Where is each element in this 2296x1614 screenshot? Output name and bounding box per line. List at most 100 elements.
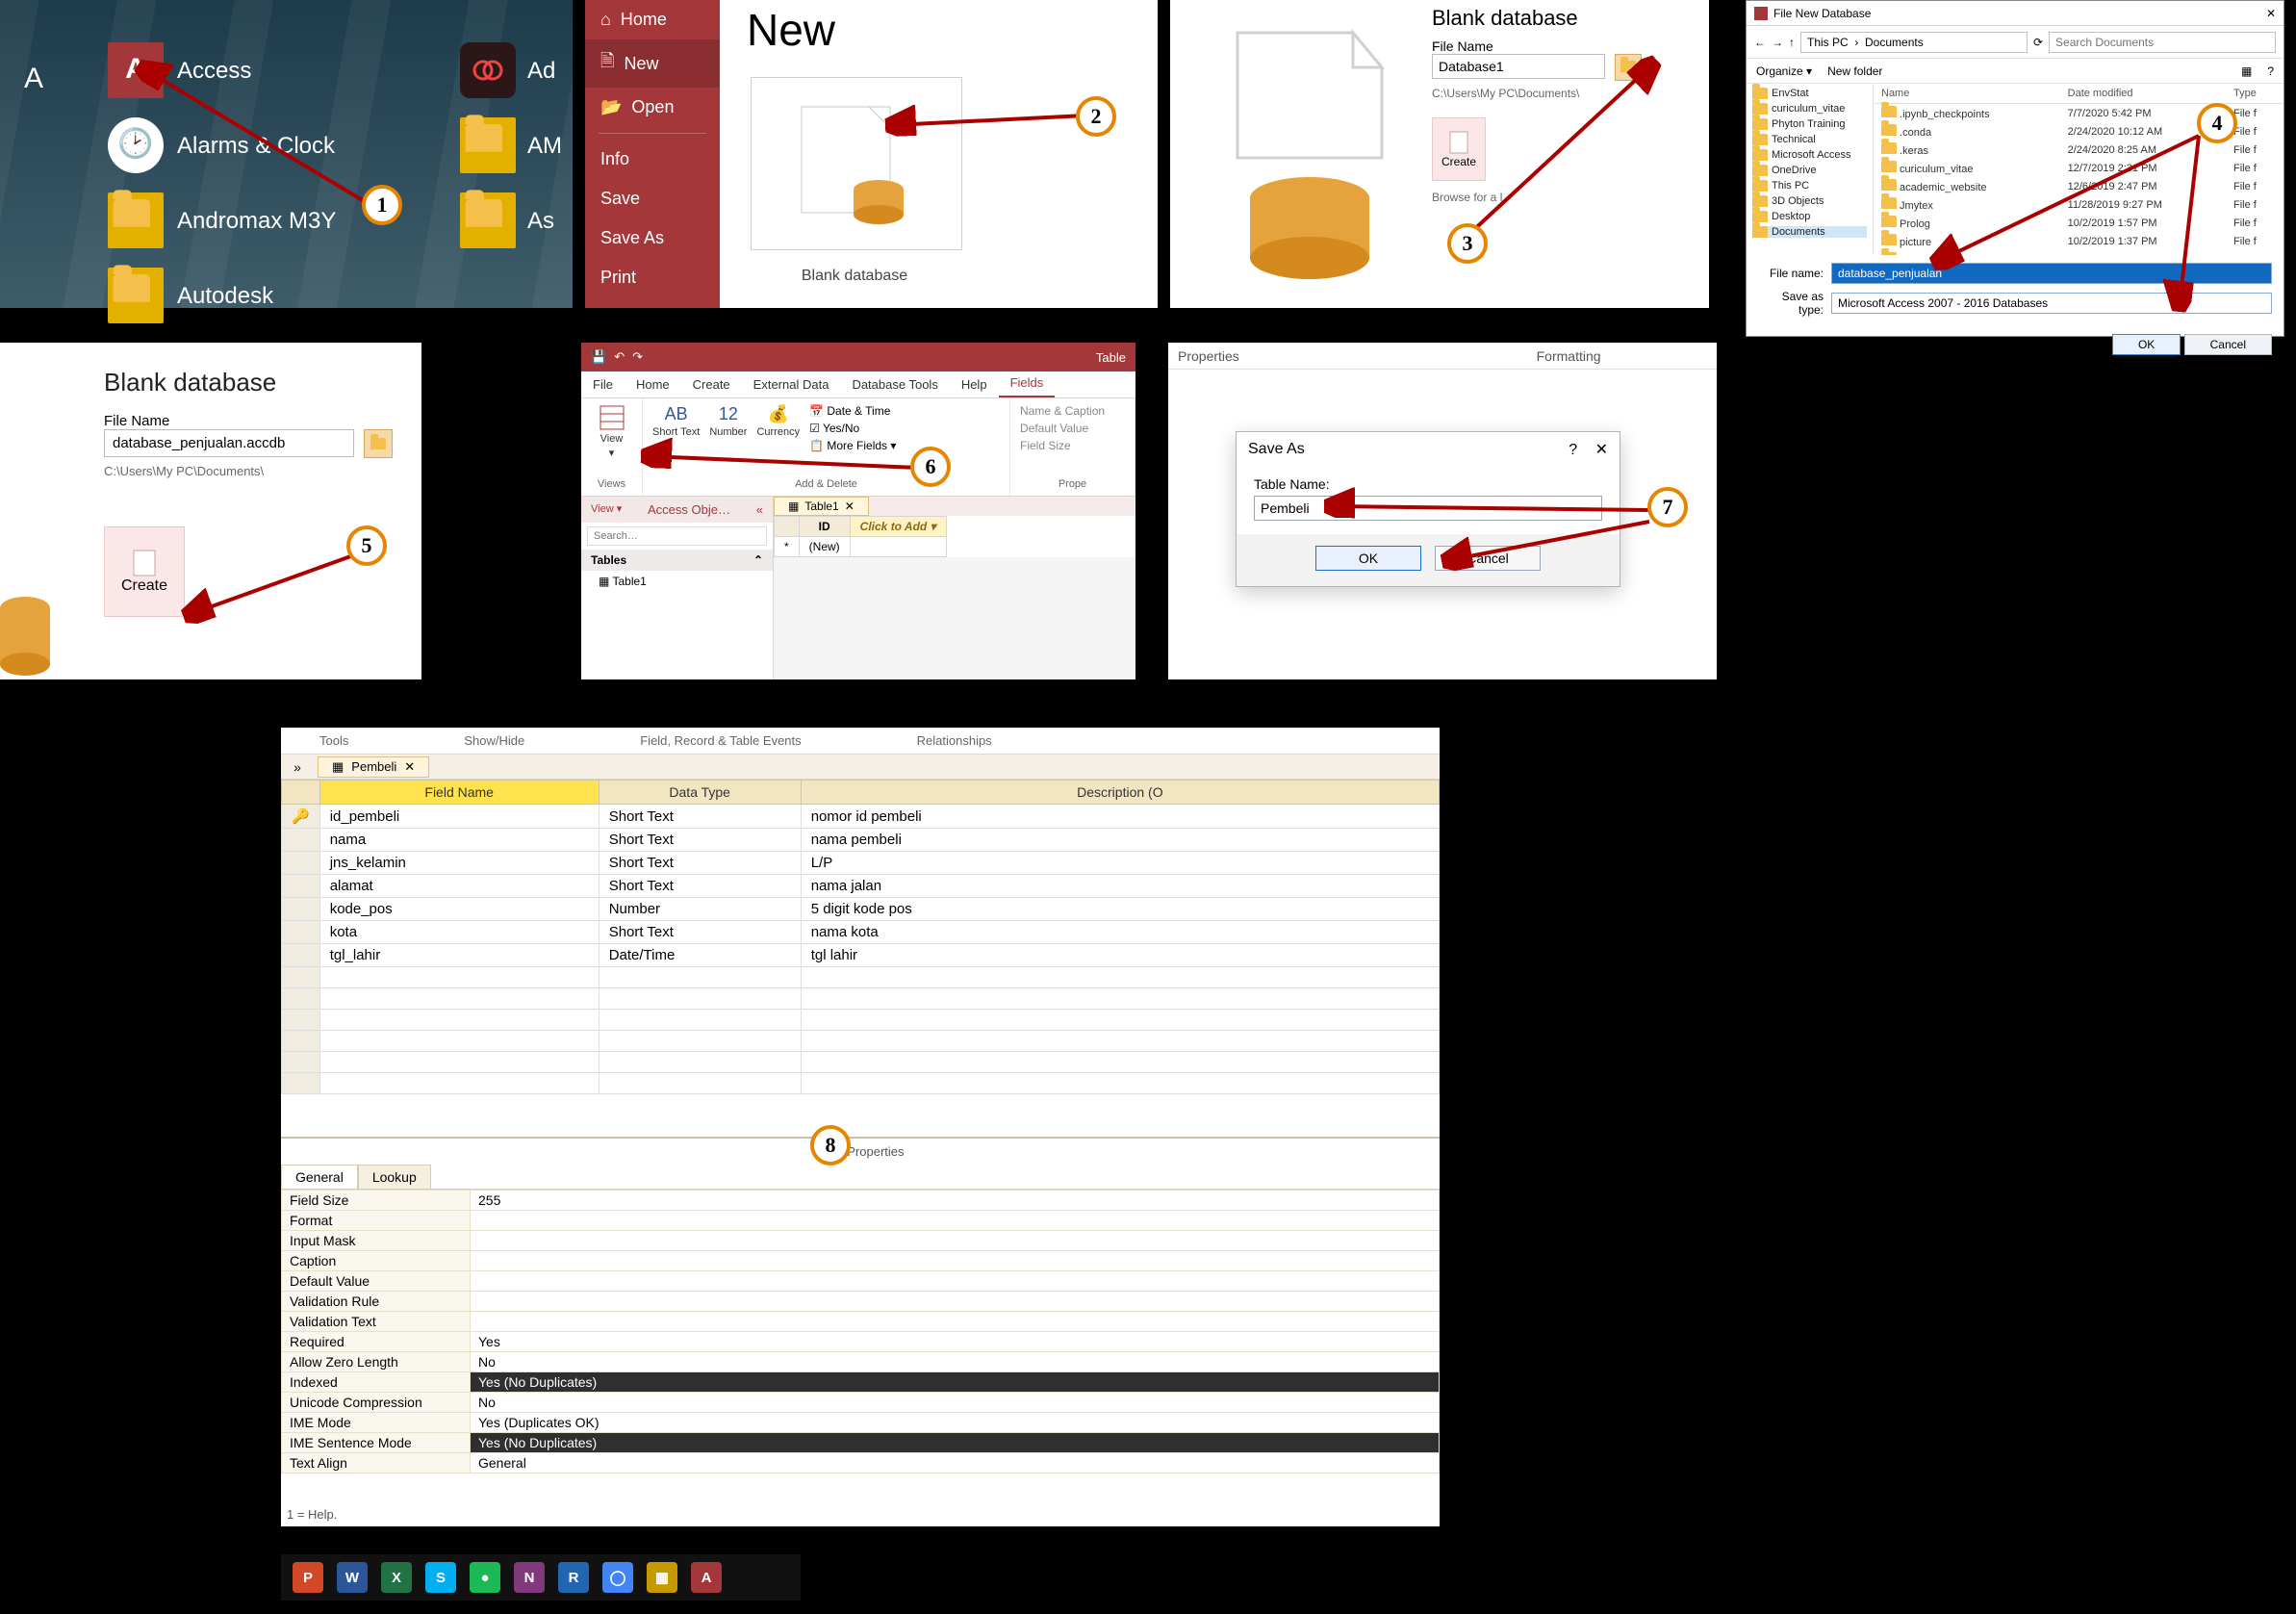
tree-node[interactable]: Desktop — [1752, 211, 1867, 222]
description-cell[interactable]: nomor id pembeli — [801, 805, 1439, 829]
ribbon-tab[interactable]: Database Tools — [840, 371, 949, 397]
tile-clock[interactable]: 🕑 — [108, 117, 164, 173]
col-description[interactable]: Description (O — [801, 781, 1439, 805]
property-value[interactable]: No — [471, 1393, 1440, 1413]
fieldname-cell[interactable]: tgl_lahir — [319, 944, 599, 967]
datatype-cell[interactable]: Short Text — [599, 875, 801, 898]
ok-button[interactable]: OK — [1315, 546, 1421, 571]
nav-fwd-icon[interactable]: → — [1772, 36, 1783, 49]
close-icon[interactable]: ✕ — [404, 759, 415, 775]
create-button[interactable]: Create — [104, 526, 185, 617]
property-value[interactable]: Yes (Duplicates OK) — [471, 1413, 1440, 1433]
tree-node[interactable]: Phyton Training — [1752, 118, 1867, 130]
refresh-icon[interactable]: ⟳ — [2033, 36, 2043, 49]
property-value[interactable] — [471, 1231, 1440, 1251]
nav-category-tables[interactable]: Tables ⌃ — [581, 550, 773, 571]
backstage-home[interactable]: ⌂Home — [585, 0, 720, 39]
backstage-info[interactable]: Info — [585, 140, 720, 179]
ok-button[interactable]: OK — [2112, 334, 2181, 355]
datatype-cell[interactable]: Short Text — [599, 921, 801, 944]
property-row[interactable]: IME Sentence ModeYes (No Duplicates) — [282, 1433, 1440, 1453]
field-row-empty[interactable] — [282, 1052, 1440, 1073]
browse-button[interactable] — [1615, 54, 1642, 81]
taskbar-excel[interactable]: X — [381, 1562, 412, 1593]
nav-header[interactable]: View ▾ Access Obje… « — [581, 497, 773, 523]
field-properties-grid[interactable]: Field Size255FormatInput MaskCaptionDefa… — [281, 1190, 1440, 1473]
file-row[interactable]: .keras2/24/2020 8:25 AMFile f — [1874, 141, 2283, 159]
tile-as-label[interactable]: As — [527, 208, 554, 235]
taskbar-r[interactable]: R — [558, 1562, 589, 1593]
backstage-saveas[interactable]: Save As — [585, 218, 720, 258]
tile-autodesk-label[interactable]: Autodesk — [177, 283, 273, 310]
field-row[interactable]: alamatShort Textnama jalan — [282, 875, 1440, 898]
create-button[interactable]: Create — [1432, 117, 1486, 181]
fieldname-cell[interactable]: kota — [319, 921, 599, 944]
default-value-button[interactable]: Default Value — [1020, 422, 1125, 435]
property-value[interactable]: Yes — [471, 1332, 1440, 1352]
ribbon-tab[interactable]: Help — [950, 371, 999, 397]
tree-node[interactable]: This PC — [1752, 180, 1867, 192]
cancel-button[interactable]: Cancel — [2184, 334, 2272, 355]
close-icon[interactable]: ✕ — [2266, 7, 2276, 20]
row-selector[interactable] — [282, 852, 320, 875]
row-selector[interactable] — [282, 829, 320, 852]
ribbon-tab[interactable]: Fields — [999, 370, 1056, 397]
property-value[interactable]: General — [471, 1453, 1440, 1473]
property-row[interactable]: Text AlignGeneral — [282, 1453, 1440, 1473]
field-row-empty[interactable] — [282, 967, 1440, 988]
tree-node[interactable]: OneDrive — [1752, 165, 1867, 176]
tab-general[interactable]: General — [281, 1165, 358, 1189]
view-button[interactable]: View ▾ — [591, 404, 632, 459]
datetime-button[interactable]: 📅 Date & Time — [809, 404, 896, 418]
name-caption-button[interactable]: Name & Caption — [1020, 404, 1125, 418]
property-row[interactable]: Validation Text — [282, 1312, 1440, 1332]
tree-node[interactable]: Documents — [1752, 226, 1867, 238]
property-value[interactable] — [471, 1292, 1440, 1312]
col-datatype[interactable]: Data Type — [599, 781, 801, 805]
col-type[interactable]: Type — [2226, 84, 2283, 104]
currency-button[interactable]: 💰Currency — [756, 404, 800, 438]
property-row[interactable]: Input Mask — [282, 1231, 1440, 1251]
fieldname-cell[interactable]: jns_kelamin — [319, 852, 599, 875]
yesno-button[interactable]: ☑ Yes/No — [809, 422, 896, 435]
property-row[interactable]: IndexedYes (No Duplicates) — [282, 1372, 1440, 1393]
field-row[interactable]: jns_kelaminShort TextL/P — [282, 852, 1440, 875]
undo-icon[interactable]: ↶ — [614, 349, 625, 365]
description-cell[interactable]: L/P — [801, 852, 1439, 875]
tile-am[interactable] — [460, 117, 516, 173]
taskbar-access[interactable]: A — [691, 1562, 722, 1593]
ribbon-tab[interactable]: Home — [625, 371, 681, 397]
field-row-empty[interactable] — [282, 1031, 1440, 1052]
filename-input[interactable] — [1432, 54, 1605, 79]
tools-menu[interactable]: Tools ▾ — [2073, 338, 2108, 351]
description-cell[interactable]: 5 digit kode pos — [801, 898, 1439, 921]
close-icon[interactable]: ✕ — [1595, 442, 1608, 458]
tree-node[interactable]: Microsoft Access — [1752, 149, 1867, 161]
nav-item-table1[interactable]: ▦ Table1 — [581, 571, 773, 592]
short-text-button[interactable]: ABShort Text — [652, 404, 700, 438]
property-row[interactable]: Caption — [282, 1251, 1440, 1271]
chevron-left-icon[interactable]: « — [756, 502, 763, 517]
fieldname-cell[interactable]: id_pembeli — [319, 805, 599, 829]
tab-lookup[interactable]: Lookup — [358, 1165, 431, 1189]
field-row[interactable]: kode_posNumber5 digit kode pos — [282, 898, 1440, 921]
organize-menu[interactable]: Organize ▾ — [1756, 64, 1812, 78]
search-input[interactable] — [2049, 32, 2276, 53]
datatype-cell[interactable]: Short Text — [599, 852, 801, 875]
tile-access[interactable]: A — [108, 42, 164, 98]
property-value[interactable]: 255 — [471, 1191, 1440, 1211]
file-row[interactable]: academic_website12/6/2019 2:47 PMFile f — [1874, 177, 2283, 195]
taskbar-powerpoint[interactable]: P — [293, 1562, 323, 1593]
row-selector[interactable]: 🔑 — [282, 805, 320, 829]
property-value[interactable] — [471, 1271, 1440, 1292]
file-row[interactable]: Jmytex11/28/2019 9:27 PMFile f — [1874, 195, 2283, 214]
datatype-cell[interactable]: Short Text — [599, 829, 801, 852]
field-row[interactable]: kotaShort Textnama kota — [282, 921, 1440, 944]
tree-node[interactable]: Technical — [1752, 134, 1867, 145]
tree-node[interactable]: EnvStat — [1752, 88, 1867, 99]
fieldname-cell[interactable]: alamat — [319, 875, 599, 898]
col-id[interactable]: ID — [799, 517, 850, 537]
field-row-empty[interactable] — [282, 1010, 1440, 1031]
nav-search-input[interactable] — [587, 526, 767, 546]
datatype-cell[interactable]: Number — [599, 898, 801, 921]
